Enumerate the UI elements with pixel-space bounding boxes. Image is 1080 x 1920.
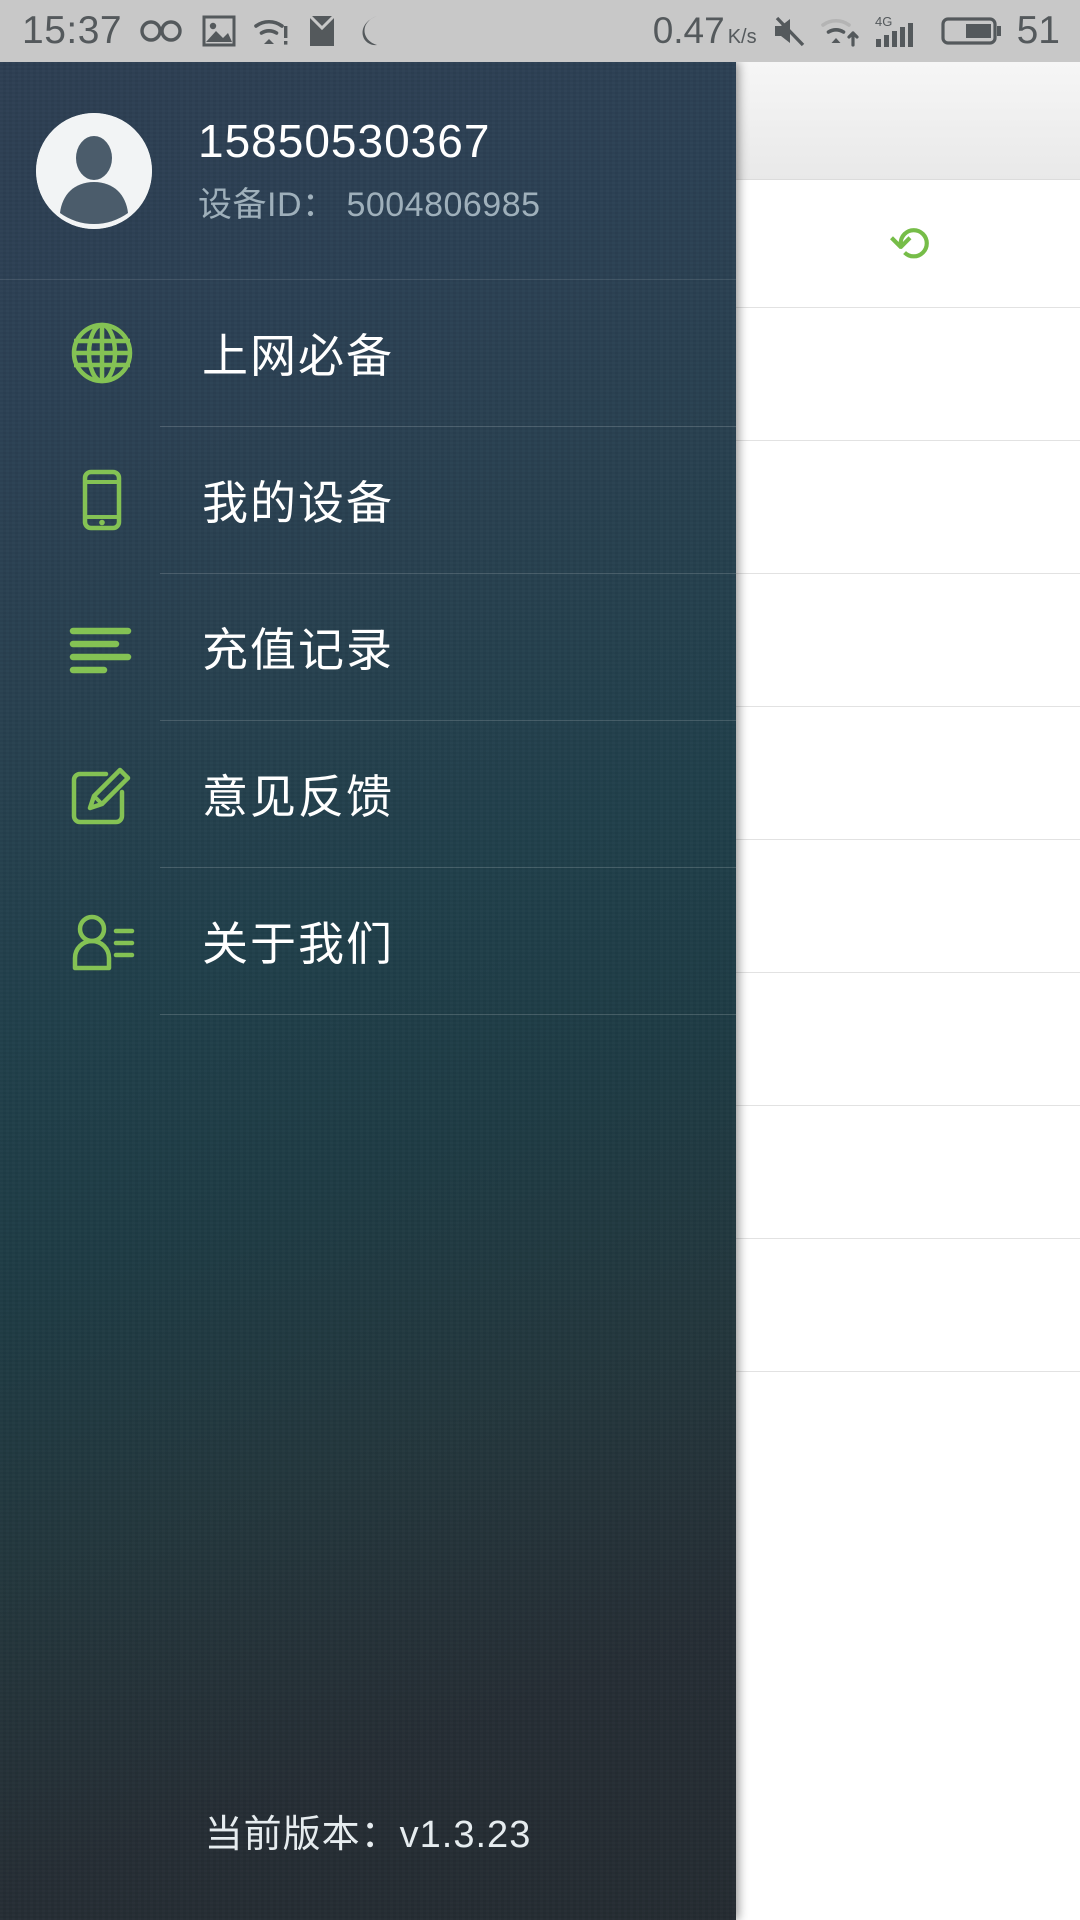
sidebar-item-label: 我的设备 bbox=[202, 477, 394, 529]
profile-device-id: 设备ID： 5004806985 bbox=[198, 186, 541, 225]
infinity-icon bbox=[140, 20, 182, 42]
mail-icon bbox=[309, 14, 336, 46]
globe-icon bbox=[66, 317, 138, 389]
user-avatar-icon bbox=[36, 112, 152, 229]
sidebar-item-my-device[interactable]: 我的设备 bbox=[0, 427, 736, 573]
mute-icon bbox=[774, 16, 804, 47]
network-speed: 0.47 K/s bbox=[652, 10, 757, 51]
sidebar-item-recharge-records[interactable]: 充值记录 bbox=[0, 574, 736, 720]
sidebar-item-internet-essentials[interactable]: 上网必备 bbox=[0, 280, 736, 426]
wifi-upload-icon bbox=[820, 18, 859, 47]
list-lines-icon bbox=[66, 611, 138, 683]
drawer-menu: 上网必备 我的设备 充值记录 意见反馈 关于我们 bbox=[0, 280, 736, 1015]
sidebar-item-label: 上网必备 bbox=[202, 330, 394, 382]
status-bar-right: 0.47 K/s 4G 51 bbox=[653, 9, 1080, 53]
sidebar-item-label: 意见反馈 bbox=[202, 771, 394, 823]
wifi-alert-icon bbox=[254, 19, 288, 45]
status-bar-left: 15:37 bbox=[0, 9, 385, 53]
sidebar-item-feedback[interactable]: 意见反馈 bbox=[0, 721, 736, 867]
navigation-drawer: 15850530367 设备ID： 5004806985 上网必备 我的设备 充… bbox=[0, 62, 736, 1920]
menu-divider bbox=[160, 1014, 736, 1015]
sidebar-item-about-us[interactable]: 关于我们 bbox=[0, 868, 736, 1014]
app-version-label: 当前版本：v1.3.23 bbox=[204, 1814, 532, 1856]
image-icon bbox=[202, 15, 236, 47]
phone-device-icon bbox=[66, 464, 138, 536]
avatar[interactable] bbox=[36, 112, 152, 229]
battery-icon bbox=[941, 17, 1001, 45]
profile-phone: 15850530367 bbox=[198, 114, 491, 167]
profile-text: 15850530367 设备ID： 5004806985 bbox=[198, 115, 541, 227]
speed-unit: K/s bbox=[727, 26, 757, 48]
signal-4g-icon: 4G bbox=[875, 14, 913, 47]
pencil-edit-icon bbox=[66, 758, 138, 830]
refresh-icon[interactable]: ⟲ bbox=[888, 215, 930, 273]
sidebar-item-label: 关于我们 bbox=[202, 918, 394, 970]
user-info-icon bbox=[66, 905, 138, 977]
status-time: 15:37 bbox=[22, 9, 123, 52]
app-screen: 15:37 0.47 K/s 4G 51 ⟲ 15850530367 设备ID：… bbox=[0, 0, 1080, 1920]
sidebar-item-label: 充值记录 bbox=[202, 624, 394, 676]
moon-icon bbox=[362, 16, 378, 46]
status-bar: 15:37 0.47 K/s 4G 51 bbox=[0, 0, 1080, 62]
profile-header[interactable]: 15850530367 设备ID： 5004806985 bbox=[0, 62, 736, 280]
svg-text:4G: 4G bbox=[875, 14, 892, 29]
battery-percent: 51 bbox=[1016, 9, 1060, 52]
